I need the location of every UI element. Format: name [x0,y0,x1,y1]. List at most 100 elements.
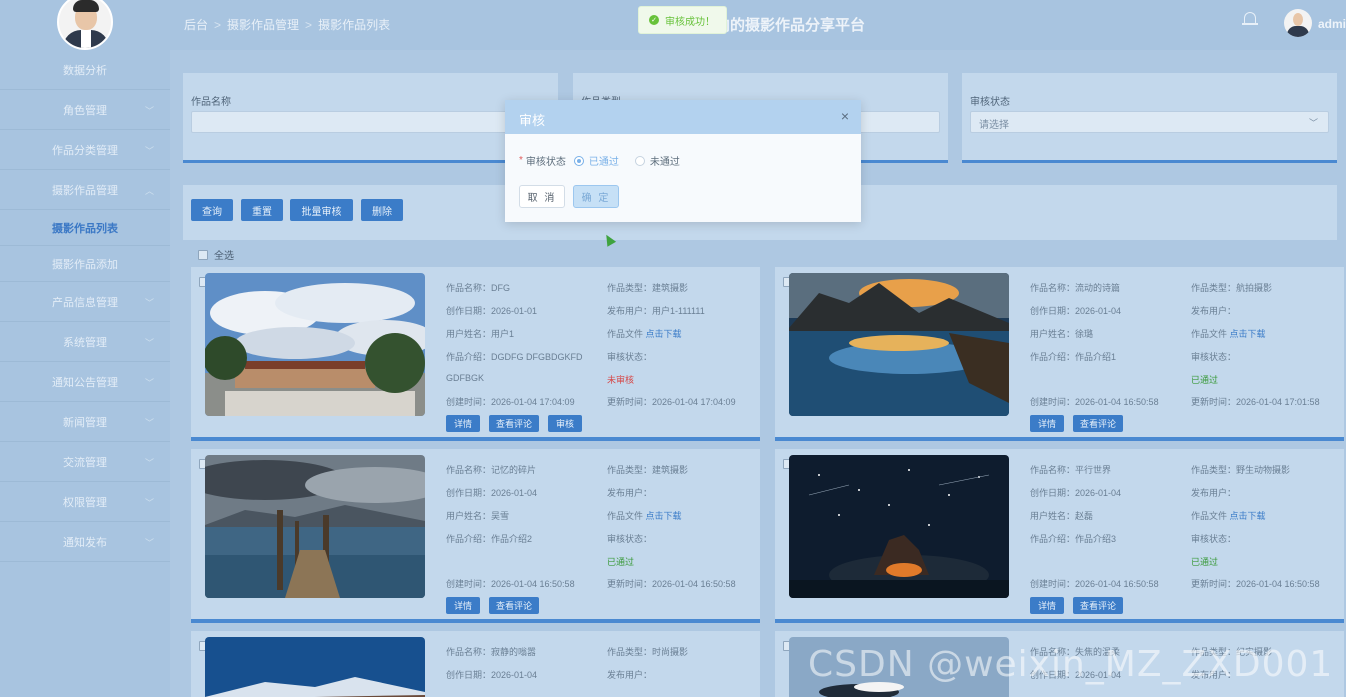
chevron-down-icon: ﹀ [144,106,154,116]
work-thumbnail[interactable] [789,273,1009,416]
batch-audit-button[interactable]: 批量审核 [290,199,353,221]
breadcrumb-photo-works[interactable]: 摄影作品管理 [227,18,299,32]
chevron-up-icon: ︿ [144,186,154,196]
chevron-down-icon: ﹀ [144,378,154,388]
work-file: 作品文件 点击下载 [1191,511,1266,521]
sidebar-avatar-wrap [0,0,170,50]
detail-button[interactable]: 详情 [446,597,480,614]
download-link[interactable]: 点击下载 [646,511,682,521]
status-badge: 已通过 [1191,557,1219,567]
bell-icon[interactable] [1242,10,1258,28]
view-comments-button[interactable]: 查看评论 [1073,597,1123,614]
search-name-input[interactable] [191,111,550,133]
work-created: 创建时间：2026-01-04 16:50:58 [1030,397,1159,407]
work-thumbnail[interactable] [205,637,425,697]
sidebar-item-exchange[interactable]: 交流管理 ﹀ [0,442,170,482]
delete-button[interactable]: 删除 [361,199,403,221]
search-name-card: 作品名称 [183,73,558,163]
sidebar-item-news[interactable]: 新闻管理 ﹀ [0,402,170,442]
sidebar-item-photo-works[interactable]: 摄影作品管理 ︿ [0,170,170,210]
avatar[interactable] [57,0,113,50]
sidebar-item-photo-add[interactable]: 摄影作品添加 [0,246,170,282]
audit-button[interactable]: 审核 [548,415,582,432]
work-date: 创作日期：2026-01-04 [1030,488,1122,498]
user-name[interactable]: admin [1318,17,1346,31]
work-created: 创建时间：2026-01-04 16:50:58 [1030,579,1159,589]
status-badge: 已通过 [1191,375,1219,385]
select-all-checkbox[interactable] [198,249,208,260]
breadcrumb-home[interactable]: 后台 [184,18,208,32]
detail-button[interactable]: 详情 [446,415,480,432]
download-link[interactable]: 点击下载 [1230,511,1266,521]
work-card: 作品名称：DFG 作品类型：建筑摄影 创作日期：2026-01-01 发布用户：… [191,267,760,441]
work-date: 创作日期：2026-01-01 [446,306,538,316]
sidebar-item-permission[interactable]: 权限管理 ﹀ [0,482,170,522]
work-intro: 作品介绍：作品介绍2 [446,534,533,544]
user-avatar[interactable] [1284,9,1312,37]
work-created: 创建时间：2026-01-04 17:04:09 [446,397,575,407]
query-button[interactable]: 查询 [191,199,233,221]
radio-fail[interactable] [634,155,645,166]
work-thumbnail[interactable] [205,273,425,416]
confirm-button[interactable]: 确 定 [573,185,619,208]
search-status-select[interactable]: 请选择 ﹀ [970,111,1329,133]
audit-dialog: 审核 × * 审核状态 已通过 未通过 取 消 确 定 [505,100,861,222]
radio-pass-label[interactable]: 已通过 [589,153,619,168]
sidebar-item-notice[interactable]: 通知公告管理 ﹀ [0,362,170,402]
work-intro: 作品介绍：DGDFG DFGBDGKFD [446,352,583,362]
work-type: 作品类型：野生动物摄影 [1191,465,1291,475]
work-updated: 更新时间：2026-01-04 16:50:58 [1191,579,1320,589]
work-updated: 更新时间：2026-01-04 17:04:09 [607,397,736,407]
status-badge: 已通过 [607,557,635,567]
work-publisher: 发布用户： [607,670,653,680]
work-audit-label: 审核状态： [1191,534,1237,544]
work-type: 作品类型：航拍摄影 [1191,283,1273,293]
view-comments-button[interactable]: 查看评论 [489,415,539,432]
work-intro: 作品介绍：作品介绍3 [1030,534,1117,544]
sidebar-item-category[interactable]: 作品分类管理 ﹀ [0,130,170,170]
work-name: 作品名称：平行世界 [1030,465,1112,475]
sidebar-item-photo-list[interactable]: 摄影作品列表 [0,210,170,246]
chevron-down-icon: ﹀ [1308,118,1318,128]
work-date: 创作日期：2026-01-04 [446,488,538,498]
detail-button[interactable]: 详情 [1030,597,1064,614]
work-type: 作品类型：建筑摄影 [607,283,689,293]
cancel-button[interactable]: 取 消 [519,185,565,208]
work-date: 创作日期：2026-01-04 [1030,306,1122,316]
work-publisher: 发布用户： [1191,488,1237,498]
work-file: 作品文件 点击下载 [607,511,682,521]
work-publisher: 发布用户： [607,488,653,498]
detail-button[interactable]: 详情 [1030,415,1064,432]
close-icon[interactable]: × [841,108,849,124]
view-comments-button[interactable]: 查看评论 [489,597,539,614]
sidebar-item-system[interactable]: 系统管理 ﹀ [0,322,170,362]
work-updated: 更新时间：2026-01-04 16:50:58 [607,579,736,589]
reset-button[interactable]: 重置 [241,199,283,221]
sidebar-item-publish[interactable]: 通知发布 ﹀ [0,522,170,562]
sidebar-item-product[interactable]: 产品信息管理 ﹀ [0,282,170,322]
work-card: 作品名称：记忆的碎片 作品类型：建筑摄影 创作日期：2026-01-04 发布用… [191,449,760,623]
select-all[interactable]: 全选 [198,247,234,262]
work-card: 作品名称：寂静的嗡嚣 作品类型：时尚摄影 创作日期：2026-01-04 发布用… [191,631,760,697]
search-name-label: 作品名称 [191,97,231,108]
download-link[interactable]: 点击下载 [646,329,682,339]
download-link[interactable]: 点击下载 [1230,329,1266,339]
dialog-title: 审核 [519,113,546,128]
watermark: CSDN @weixin_MZ_ZXD001 [808,644,1334,685]
work-file: 作品文件 点击下载 [1191,329,1266,339]
work-thumbnail[interactable] [789,455,1009,598]
work-type: 作品类型：建筑摄影 [607,465,689,475]
work-thumbnail[interactable] [205,455,425,598]
view-comments-button[interactable]: 查看评论 [1073,415,1123,432]
sidebar: 数据分析 角色管理 ﹀ 作品分类管理 ﹀ 摄影作品管理 ︿ 摄影作品列表 摄影作品添加… [0,0,170,697]
search-status-label: 审核状态 [970,97,1010,108]
sidebar-item-data-analysis[interactable]: 数据分析 [0,50,170,90]
radio-fail-label[interactable]: 未通过 [650,153,680,168]
work-name: 作品名称：流动的诗篇 [1030,283,1121,293]
chevron-down-icon: ﹀ [144,458,154,468]
work-intro: 作品介绍：作品介绍1 [1030,352,1117,362]
site-title: 向的摄影作品分享平台 [715,17,866,34]
radio-pass[interactable] [573,155,584,166]
work-publisher: 发布用户：用户1-111111 [607,306,705,316]
sidebar-item-role[interactable]: 角色管理 ﹀ [0,90,170,130]
